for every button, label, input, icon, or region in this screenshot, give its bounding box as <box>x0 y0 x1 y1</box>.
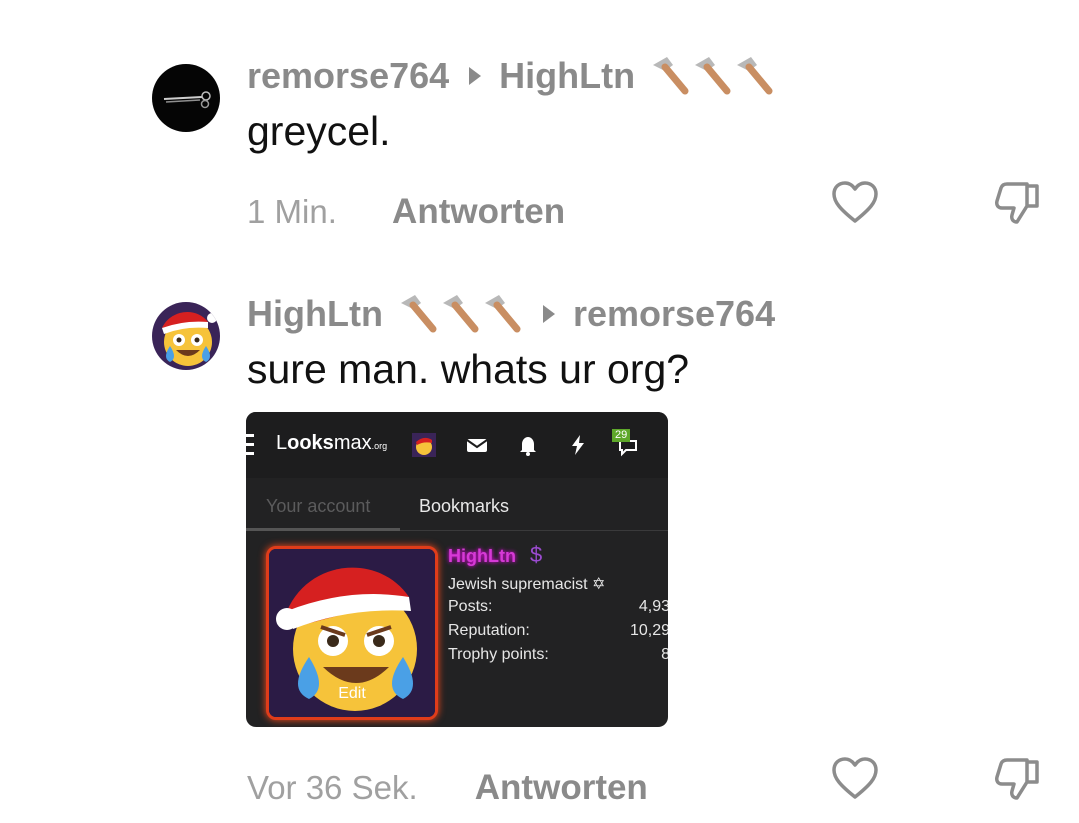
comment-1-author[interactable]: remorse764 <box>247 55 449 97</box>
hammer-icon <box>737 57 773 95</box>
user-avatar-icon[interactable] <box>412 433 436 457</box>
hammer-icon <box>400 295 437 333</box>
like-button-2[interactable] <box>830 754 880 804</box>
avatar-highltn[interactable] <box>152 302 220 370</box>
hammer-icon <box>653 57 689 95</box>
comment-1-time: 1 Min. <box>247 193 337 230</box>
stat-value: 8 <box>661 646 668 663</box>
stat-label: Reputation: <box>448 622 530 639</box>
crying-laughing-santa-emoji-icon <box>162 311 217 366</box>
thumbs-down-icon <box>995 182 1039 224</box>
play-arrow-icon <box>469 67 482 85</box>
forum-top-bar: Looksmax.org 29 <box>246 412 668 478</box>
stat-trophy-points: Trophy points: 8 <box>448 646 668 664</box>
like-button-1[interactable] <box>830 178 880 228</box>
profile-username[interactable]: HighLtn <box>448 546 516 567</box>
tab-underline <box>246 528 400 531</box>
site-logo-tld: .org <box>371 441 388 451</box>
dislike-button-2[interactable] <box>993 754 1043 804</box>
tab-your-account[interactable]: Your account <box>266 496 370 517</box>
site-logo-main: L <box>276 432 288 454</box>
alerts-badge: 29 <box>612 429 631 442</box>
comment-2-time: Vor 36 Sek. <box>247 769 418 806</box>
menu-icon[interactable] <box>246 434 256 456</box>
user-title: Jewish supremacist ✡ <box>448 576 606 593</box>
edit-avatar-link[interactable]: Edit <box>269 685 435 703</box>
site-logo-bold: ooks <box>287 432 334 454</box>
hammer-badges <box>649 55 775 97</box>
avatar-remorse764[interactable] <box>152 64 220 132</box>
heart-icon <box>832 757 878 799</box>
comment-2-header: HighLtn remorse764 <box>247 292 775 336</box>
hammer-badges <box>397 293 523 335</box>
comment-2-author[interactable]: HighLtn <box>247 293 383 335</box>
lightning-icon[interactable] <box>566 433 590 457</box>
scissors-icon <box>163 91 211 109</box>
comment-1-reply-to[interactable]: HighLtn <box>499 55 635 97</box>
envelope-icon[interactable] <box>465 433 489 457</box>
comment-1-meta: 1 Min. Antworten <box>247 192 565 232</box>
thumbs-down-icon <box>995 758 1039 800</box>
profile-picture[interactable]: Edit <box>266 546 438 720</box>
attached-screenshot[interactable]: Looksmax.org 29 Your account Bookmarks E… <box>246 412 668 727</box>
stat-label: Posts: <box>448 598 493 615</box>
hammer-icon <box>442 295 479 333</box>
stat-posts: Posts: 4,93 <box>448 598 668 616</box>
dislike-button-1[interactable] <box>993 178 1043 228</box>
heart-icon <box>832 181 878 223</box>
tab-bookmarks[interactable]: Bookmarks <box>419 496 509 517</box>
play-arrow-icon <box>542 305 555 323</box>
stat-label: Trophy points: <box>448 646 549 663</box>
comment-2-reply-button[interactable]: Antworten <box>475 768 648 807</box>
site-logo[interactable]: Looksmax.org <box>276 432 387 455</box>
bell-icon[interactable] <box>516 433 540 457</box>
dollar-icon: $ <box>530 542 543 567</box>
comment-1-header: remorse764 HighLtn <box>247 54 775 98</box>
comment-1-reply-button[interactable]: Antworten <box>392 192 565 231</box>
site-logo-rest: max <box>333 432 372 454</box>
comment-2-meta: Vor 36 Sek. Antworten <box>247 768 648 808</box>
account-tabs: Your account Bookmarks <box>246 488 668 531</box>
stat-value: 4,93 <box>638 598 668 615</box>
stat-reputation: Reputation: 10,29 <box>448 622 668 640</box>
comment-2-text: sure man. whats ur org? <box>247 346 690 392</box>
hammer-icon <box>695 57 731 95</box>
comment-2-reply-to[interactable]: remorse764 <box>573 293 775 335</box>
stat-value: 10,29 <box>629 622 668 639</box>
hammer-icon <box>484 295 521 333</box>
comment-1-text: greycel. <box>247 108 391 154</box>
